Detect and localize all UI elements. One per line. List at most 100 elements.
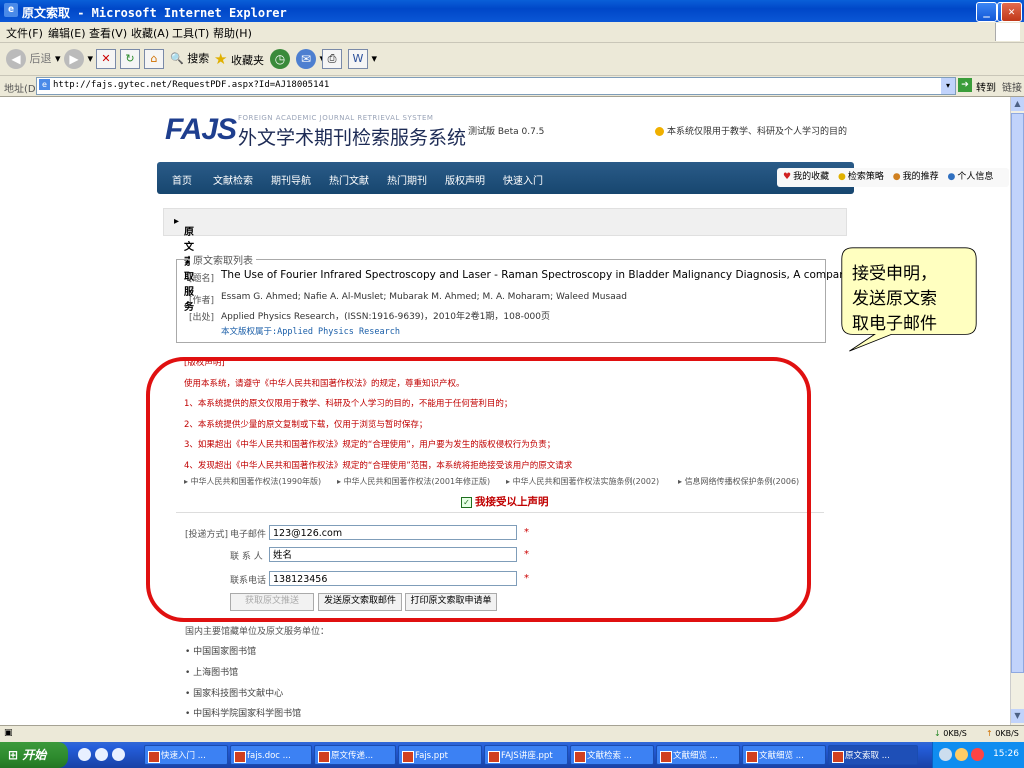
quicklaunch-ie-icon[interactable]: [78, 748, 91, 761]
home-icon: ⌂: [144, 49, 164, 69]
section-title: ▸ 原文索取服务: [174, 216, 194, 313]
article-source: Applied Physics Research，(ISSN:1916-9639…: [221, 312, 551, 322]
scroll-down-icon[interactable]: ▼: [1011, 709, 1024, 723]
nav-hot-journals[interactable]: 热门期刊: [387, 172, 427, 187]
menu-tools[interactable]: 工具(T): [172, 25, 209, 41]
page-status-icon: ▣: [4, 728, 13, 738]
print-button[interactable]: ⎙: [322, 49, 342, 69]
usage-notice: 本系统仅限用于教学、科研及个人学习的目的: [655, 124, 847, 137]
article-authors: Essam G. Ahmed; Nafie A. Al-Muslet; Muba…: [221, 292, 627, 302]
nav-search-strategy[interactable]: 检索策略: [848, 172, 884, 182]
menu-favorites[interactable]: 收藏(A): [131, 25, 169, 41]
annotation-highlight-box: [146, 357, 811, 622]
taskbar-item[interactable]: 快速入门 ...: [144, 745, 228, 765]
address-url: http://fajs.gytec.net/RequestPDF.aspx?Id…: [53, 80, 330, 90]
nav-journals[interactable]: 期刊导航: [271, 172, 311, 187]
taskbar-item[interactable]: Fajs.ppt: [398, 745, 482, 765]
usage-notice-text: 本系统仅限用于教学、科研及个人学习的目的: [667, 127, 848, 137]
home-button[interactable]: ⌂: [144, 49, 164, 69]
nav-quick-start[interactable]: 快速入门: [503, 172, 543, 187]
address-input[interactable]: e http://fajs.gytec.net/RequestPDF.aspx?…: [36, 77, 956, 95]
forward-button[interactable]: ▶ ▾: [64, 49, 93, 69]
library-item[interactable]: • 中国国家图书馆: [185, 644, 256, 657]
history-icon: ◷: [270, 49, 290, 69]
word-icon: W: [348, 49, 368, 69]
library-item-text: 中国科学院国家科学图书馆: [193, 709, 302, 719]
links-button[interactable]: 链接: [1002, 79, 1022, 94]
taskbar-item[interactable]: 文献细览 ...: [656, 745, 740, 765]
status-bar: ▣ ↓ 0KB/S ↑ 0KB/S: [0, 725, 1024, 743]
refresh-icon: ↻: [120, 49, 140, 69]
library-item[interactable]: • 国家科技图书文献中心: [185, 686, 283, 699]
notice-icon: [655, 127, 664, 136]
start-label: 开始: [22, 748, 47, 762]
menu-view[interactable]: 查看(V): [89, 25, 127, 41]
article-title: The Use of Fourier Infrared Spectroscopy…: [221, 269, 904, 281]
stop-button[interactable]: ✕: [96, 49, 116, 69]
stop-icon: ✕: [96, 49, 116, 69]
taskbar-item[interactable]: FAJS讲座.ppt: [484, 745, 568, 765]
upload-speed: ↑ 0KB/S: [986, 729, 1019, 738]
menu-edit[interactable]: 编辑(E): [48, 25, 86, 41]
nav-home[interactable]: 首页: [172, 172, 192, 187]
taskbar-item[interactable]: 原文传递...: [314, 745, 396, 765]
nav-my-favorites[interactable]: 我的收藏: [793, 172, 829, 182]
taskbar-item[interactable]: 文献检索 ...: [570, 745, 654, 765]
taskbar-item-active[interactable]: 原文索取 ...: [828, 745, 918, 765]
close-button[interactable]: ✕: [1001, 2, 1022, 22]
forward-arrow-icon: ▶: [64, 49, 84, 69]
address-bar: 地址(D) e http://fajs.gytec.net/RequestPDF…: [0, 76, 1024, 97]
nav-copyright[interactable]: 版权声明: [445, 172, 485, 187]
nav-profile[interactable]: 个人信息: [957, 172, 993, 182]
nav-hot-articles[interactable]: 热门文献: [329, 172, 369, 187]
logo-english-subtitle: FOREIGN ACADEMIC JOURNAL RETRIEVAL SYSTE…: [238, 114, 434, 122]
quicklaunch-icon[interactable]: [112, 748, 125, 761]
menu-help[interactable]: 帮助(H): [213, 25, 252, 41]
window-title-bar[interactable]: e 原文索取 - Microsoft Internet Explorer _ ❐…: [0, 0, 1024, 22]
menu-bar: 文件(F) 编辑(E) 查看(V) 收藏(A) 工具(T) 帮助(H): [0, 22, 1024, 43]
minimize-button[interactable]: _: [976, 2, 997, 22]
search-icon: 🔍: [170, 52, 184, 65]
go-arrow-icon[interactable]: ➔: [958, 78, 972, 92]
clock: 15:26: [993, 749, 1019, 759]
library-item-text: 国家科技图书文献中心: [193, 689, 284, 699]
tray-icon[interactable]: [939, 748, 952, 761]
favorites-button[interactable]: ★ 收藏夹: [214, 49, 264, 69]
download-speed: ↓ 0KB/S: [934, 729, 967, 738]
site-nav-bar: 首页 文献检索 期刊导航 热门文献 热门期刊 版权声明 快速入门 ♥ 我的收藏 ●…: [157, 162, 1009, 194]
mail-button[interactable]: ✉ ▾: [296, 49, 325, 69]
windows-flag-icon: [995, 23, 1020, 41]
go-button[interactable]: 转到: [976, 79, 996, 94]
taskbar-item[interactable]: fajs.doc ...: [230, 745, 312, 765]
address-dropdown-icon[interactable]: ▾: [941, 78, 955, 94]
tray-icon[interactable]: [955, 748, 968, 761]
edit-button[interactable]: W ▾: [348, 49, 377, 69]
quicklaunch-icon[interactable]: [95, 748, 108, 761]
nav-search[interactable]: 文献检索: [213, 172, 253, 187]
library-item[interactable]: • 上海图书馆: [185, 665, 238, 678]
scroll-thumb[interactable]: [1011, 113, 1024, 673]
logo-chinese-title: 外文学术期刊检索服务系统: [238, 127, 467, 149]
start-button[interactable]: ⊞ 开始: [0, 742, 68, 768]
star-icon: ★: [214, 50, 228, 68]
menu-file[interactable]: 文件(F): [6, 25, 43, 41]
vertical-scrollbar[interactable]: ▲ ▼: [1010, 97, 1024, 725]
back-button[interactable]: ◀ 后退 ▾: [6, 49, 61, 69]
search-button[interactable]: 🔍 搜索: [170, 49, 209, 69]
callout-line: 接受申明，: [852, 264, 937, 284]
up-arrow-icon: ↑: [986, 729, 993, 738]
tray-icon[interactable]: [971, 748, 984, 761]
taskbar-item[interactable]: 文献细览 ...: [742, 745, 826, 765]
refresh-button[interactable]: ↻: [120, 49, 140, 69]
user-icon: ●: [947, 172, 956, 182]
fajs-logo[interactable]: FAJS: [165, 113, 237, 147]
history-button[interactable]: ◷: [270, 49, 290, 69]
page-icon: e: [39, 79, 50, 90]
nav-my-recommend[interactable]: 我的推荐: [903, 172, 939, 182]
scroll-up-icon[interactable]: ▲: [1011, 97, 1024, 111]
favorites-label: 收藏夹: [230, 54, 264, 67]
mail-icon: ✉: [296, 49, 316, 69]
address-label: 地址(D): [4, 84, 40, 95]
library-item-text: 中国国家图书馆: [193, 647, 257, 657]
library-item[interactable]: • 中国科学院国家科学图书馆: [185, 706, 301, 719]
